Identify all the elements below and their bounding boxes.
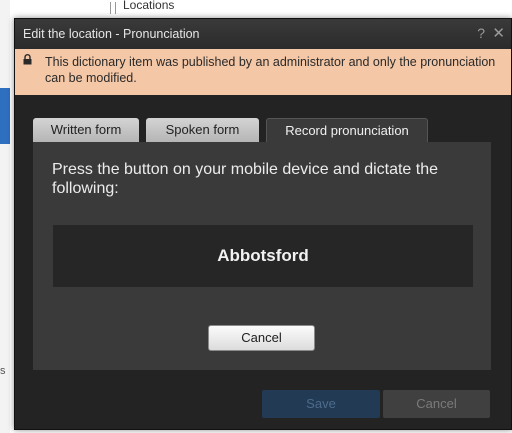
dialog-titlebar[interactable]: Edit the location - Pronunciation ? ✕ — [15, 19, 511, 49]
background-text-fragment: s — [0, 365, 6, 377]
close-icon[interactable]: ✕ — [492, 24, 505, 42]
tree-line — [110, 2, 111, 14]
tab-record-pronunciation[interactable]: Record pronunciation — [266, 118, 428, 144]
record-pronunciation-panel: Press the button on your mobile device a… — [33, 142, 491, 370]
lock-icon — [23, 54, 32, 65]
phrase-box: Abbotsford — [53, 225, 473, 287]
pronunciation-dialog: Edit the location - Pronunciation ? ✕ Th… — [14, 18, 512, 430]
phrase-to-dictate: Abbotsford — [217, 246, 309, 265]
notice-text: This dictionary item was published by an… — [45, 55, 496, 85]
help-icon[interactable]: ? — [477, 25, 485, 41]
cancel-button[interactable]: Cancel — [383, 390, 490, 418]
background-selected-item — [0, 88, 10, 144]
tree-line — [115, 2, 116, 14]
cancel-recording-button[interactable]: Cancel — [208, 325, 315, 351]
background-app-left-edge: s — [0, 0, 10, 433]
read-only-notice: This dictionary item was published by an… — [15, 49, 511, 95]
tab-spoken-form[interactable]: Spoken form — [146, 118, 259, 142]
save-button[interactable]: Save — [262, 390, 380, 418]
background-breadcrumb: Locations — [105, 0, 235, 14]
background-breadcrumb-title: Locations — [123, 0, 175, 12]
tab-written-form[interactable]: Written form — [33, 118, 139, 142]
dictation-instruction: Press the button on your mobile device a… — [52, 161, 439, 197]
dialog-title: Edit the location - Pronunciation — [23, 27, 200, 41]
